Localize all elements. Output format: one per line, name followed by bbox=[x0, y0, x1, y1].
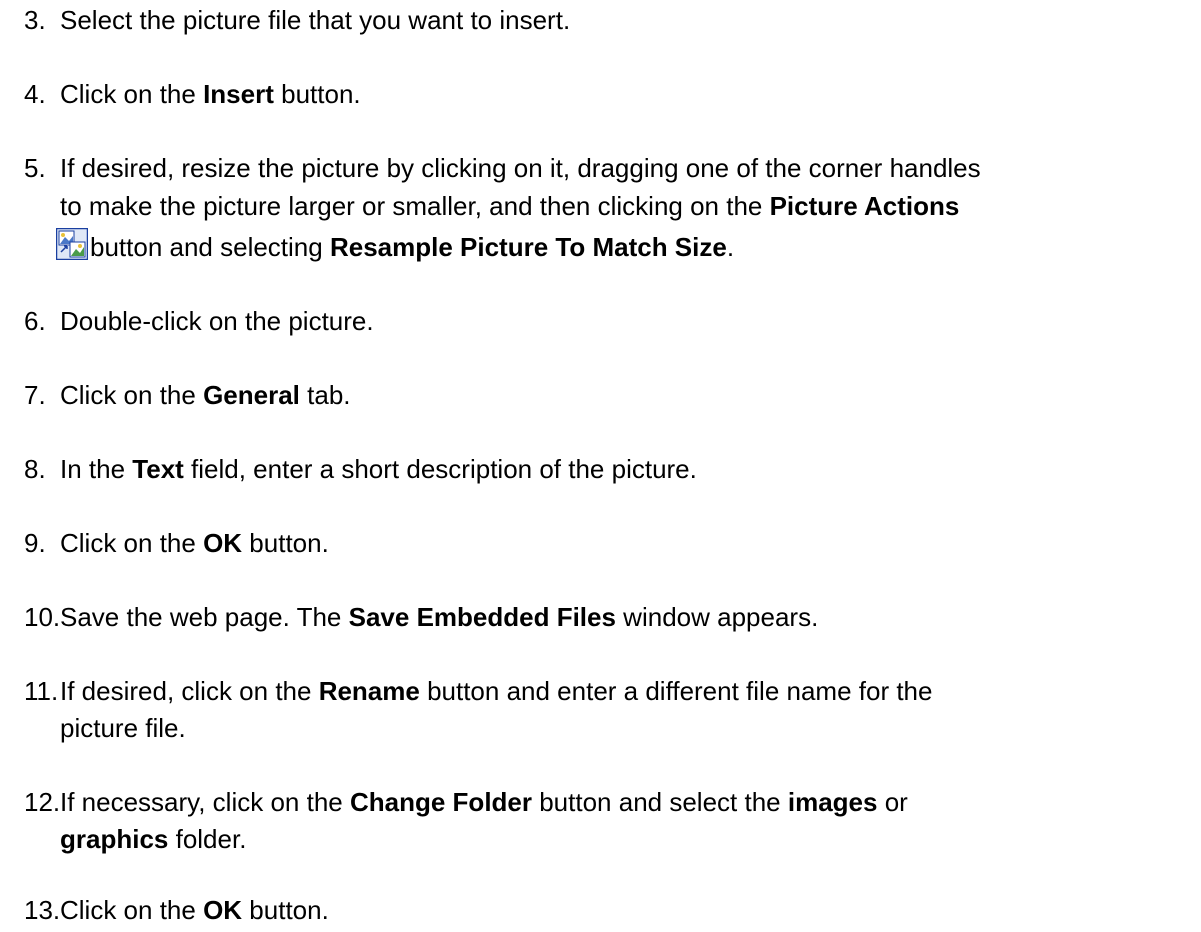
ok-label: OK bbox=[203, 528, 243, 558]
step-text-line-2: graphics folder. bbox=[60, 821, 246, 857]
step-text: Save the web page. The Save Embedded Fil… bbox=[60, 599, 818, 635]
step-text: Double-click on the picture. bbox=[60, 303, 374, 339]
text-run: button and selecting bbox=[90, 232, 330, 262]
text-run: Click on the bbox=[60, 528, 204, 558]
text-run: Double-click on the picture. bbox=[60, 306, 374, 336]
text-run: picture file. bbox=[60, 713, 186, 743]
instruction-list: 3. Select the picture file that you want… bbox=[0, 0, 1201, 932]
text-run: In the bbox=[60, 454, 133, 484]
text-run: button and enter a different file name f… bbox=[419, 676, 933, 706]
text-run: If necessary, click on the bbox=[60, 787, 350, 817]
step-text-line-1: If necessary, click on the Change Folder… bbox=[60, 784, 908, 820]
resample-label: Resample Picture To Match Size bbox=[329, 232, 727, 262]
step-text: Select the picture file that you want to… bbox=[60, 2, 570, 38]
images-label: images bbox=[787, 787, 878, 817]
ok-label: OK bbox=[203, 895, 243, 925]
text-field-label: Text bbox=[132, 454, 184, 484]
text-run: . bbox=[726, 232, 735, 262]
step-text-line-3: button and selecting Resample Picture To… bbox=[56, 228, 734, 265]
text-run: button and select the bbox=[532, 787, 788, 817]
text-run: Select the picture file that you want to… bbox=[60, 5, 571, 35]
text-run: If desired, resize the picture by clicki… bbox=[60, 153, 981, 183]
text-run: Click on the bbox=[60, 380, 204, 410]
text-run: button. bbox=[242, 895, 329, 925]
step-text-line-1: If desired, click on the Rename button a… bbox=[60, 673, 932, 709]
step-text: Click on the General tab. bbox=[60, 377, 351, 413]
text-run: If desired, click on the bbox=[60, 676, 319, 706]
text-run: Click on the bbox=[60, 79, 204, 109]
text-run: field, enter a short description of the … bbox=[183, 454, 697, 484]
text-run: button. bbox=[242, 528, 329, 558]
text-run: window appears. bbox=[615, 602, 819, 632]
text-run: button. bbox=[273, 79, 361, 109]
step-text: In the Text field, enter a short descrip… bbox=[60, 451, 697, 487]
text-run: folder. bbox=[168, 824, 247, 854]
step-text-line-2: picture file. bbox=[60, 710, 186, 746]
insert-label: Insert bbox=[203, 79, 274, 109]
change-folder-label: Change Folder bbox=[349, 787, 532, 817]
text-run: tab. bbox=[299, 380, 351, 410]
text-run: or bbox=[877, 787, 908, 817]
text-run: to make the picture larger or smaller, a… bbox=[60, 191, 770, 221]
picture-actions-icon bbox=[56, 228, 88, 260]
step-text-line-1: If desired, resize the picture by clicki… bbox=[60, 150, 981, 186]
step-text: Click on the OK button. bbox=[60, 525, 329, 561]
text-run: Save the web page. The bbox=[60, 602, 349, 632]
picture-actions-label: Picture Actions bbox=[769, 191, 960, 221]
step-text-line-2: to make the picture larger or smaller, a… bbox=[60, 188, 959, 224]
rename-label: Rename bbox=[318, 676, 420, 706]
text-run: Click on the bbox=[60, 895, 204, 925]
step-text: Click on the OK button. bbox=[60, 892, 329, 928]
step-text: Click on the Insert button. bbox=[60, 76, 361, 112]
save-embedded-files-label: Save Embedded Files bbox=[348, 602, 616, 632]
graphics-label: graphics bbox=[60, 824, 169, 854]
general-label: General bbox=[203, 380, 300, 410]
